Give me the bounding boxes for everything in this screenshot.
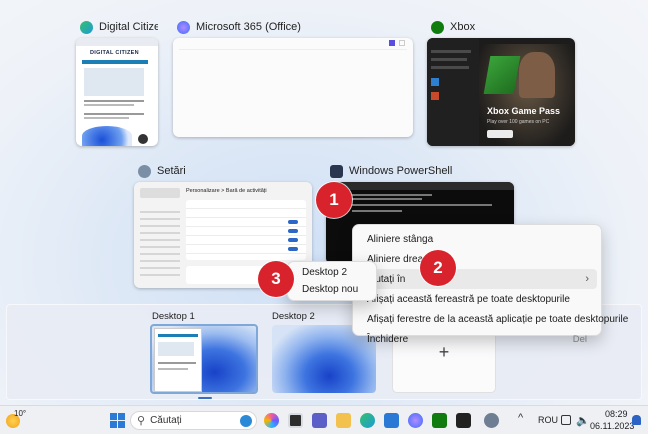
step-badge-3: 3 <box>258 261 294 297</box>
submenu-item-new-desktop[interactable]: Desktop nou <box>292 281 372 298</box>
window-header: Digital Citizen - L... <box>76 16 158 38</box>
desktop-1-label: Desktop 1 <box>152 311 195 322</box>
step-badge-2: 2 <box>420 250 456 286</box>
menu-item-show-window-all-desktops[interactable]: Afișați această fereastră pe toate deskt… <box>357 289 597 309</box>
settings-icon <box>138 164 151 178</box>
menu-item-align-left[interactable]: Aliniere stânga <box>357 229 597 249</box>
search-placeholder: Căutați <box>150 415 182 426</box>
chevron-up-icon[interactable]: ^ <box>518 412 523 424</box>
weather-temp: 10° <box>14 409 27 418</box>
menu-item-close[interactable]: Închidere Del <box>357 329 597 349</box>
xbox-headline: Xbox Game Pass <box>487 106 561 116</box>
dc-brand: DIGITAL CITIZEN <box>90 50 139 56</box>
clock-date[interactable]: 06.11.2023 <box>590 421 634 431</box>
edge-icon <box>80 20 93 34</box>
start-icon[interactable] <box>110 413 125 428</box>
window-title: Xbox <box>450 21 476 33</box>
window-header: Windows PowerShell <box>326 160 514 182</box>
store-icon[interactable] <box>384 413 399 428</box>
xbox-taskbar-icon[interactable] <box>432 413 447 428</box>
desktop-1-thumbnail[interactable] <box>150 324 258 394</box>
window-microsoft-365[interactable]: Microsoft 365 (Office) <box>173 16 413 137</box>
desktop-1-active-indicator <box>198 397 212 399</box>
powershell-icon <box>330 164 343 178</box>
window-thumbnail[interactable]: DIGITAL CITIZEN <box>76 38 158 146</box>
language-indicator[interactable]: ROU <box>538 415 558 425</box>
step-badge-1: 1 <box>316 182 352 218</box>
window-header: Setări <box>134 160 312 182</box>
terminal-icon[interactable] <box>456 413 471 428</box>
window-title: Windows PowerShell <box>349 165 453 177</box>
task-view-icon[interactable] <box>288 413 303 428</box>
window-digital-citizen[interactable]: Digital Citizen - L... DIGITAL CITIZEN <box>76 16 158 146</box>
notification-bell-icon[interactable] <box>632 415 641 425</box>
search-icon: ⚲ <box>137 415 146 427</box>
window-header: Microsoft 365 (Office) <box>173 16 413 38</box>
file-explorer-icon[interactable] <box>336 413 351 428</box>
menu-item-show-app-all-desktops[interactable]: Afișați ferestre de la această aplicație… <box>357 309 628 329</box>
m365-icon <box>177 20 190 34</box>
chevron-right-icon: › <box>585 273 589 285</box>
close-shortcut: Del <box>572 333 587 345</box>
teams-icon[interactable] <box>312 413 327 428</box>
move-to-submenu: Desktop 2 Desktop nou <box>287 261 377 301</box>
taskbar: 10° ⚲ Căutați ^ ROU 🔈 08:29 06.11.2023 <box>0 405 648 434</box>
settings-heading: Personalizare > Bară de activități <box>186 188 267 194</box>
window-title: Setări <box>157 165 186 177</box>
desktop-2-label: Desktop 2 <box>272 311 315 322</box>
window-thumbnail[interactable] <box>173 38 413 137</box>
window-thumbnail[interactable]: Xbox Game Pass Play over 100 games on PC <box>427 38 575 146</box>
submenu-item-desktop-2[interactable]: Desktop 2 <box>292 264 372 281</box>
menu-item-align-right[interactable]: Aliniere dreapta <box>357 249 597 269</box>
window-title: Digital Citizen - L... <box>99 21 158 33</box>
edge-taskbar-icon[interactable] <box>360 413 375 428</box>
window-header: Xbox <box>427 16 575 38</box>
network-icon[interactable] <box>561 415 571 425</box>
xbox-subline: Play over 100 games on PC <box>487 119 550 125</box>
clock-time[interactable]: 08:29 <box>605 409 628 419</box>
menu-item-move-to[interactable]: Mutați în › <box>357 269 597 289</box>
bing-icon <box>240 415 252 427</box>
search-input[interactable]: ⚲ Căutați <box>130 411 257 430</box>
window-title: Microsoft 365 (Office) <box>196 21 301 33</box>
xbox-icon <box>431 20 444 34</box>
copilot-icon[interactable] <box>264 413 279 428</box>
m365-taskbar-icon[interactable] <box>408 413 423 428</box>
settings-taskbar-icon[interactable] <box>484 413 499 428</box>
window-xbox[interactable]: Xbox Xbox Game Pass Play over 100 games … <box>427 16 575 146</box>
volume-icon[interactable]: 🔈 <box>576 414 590 427</box>
context-menu: Aliniere stânga Aliniere dreapta Mutați … <box>352 224 628 345</box>
